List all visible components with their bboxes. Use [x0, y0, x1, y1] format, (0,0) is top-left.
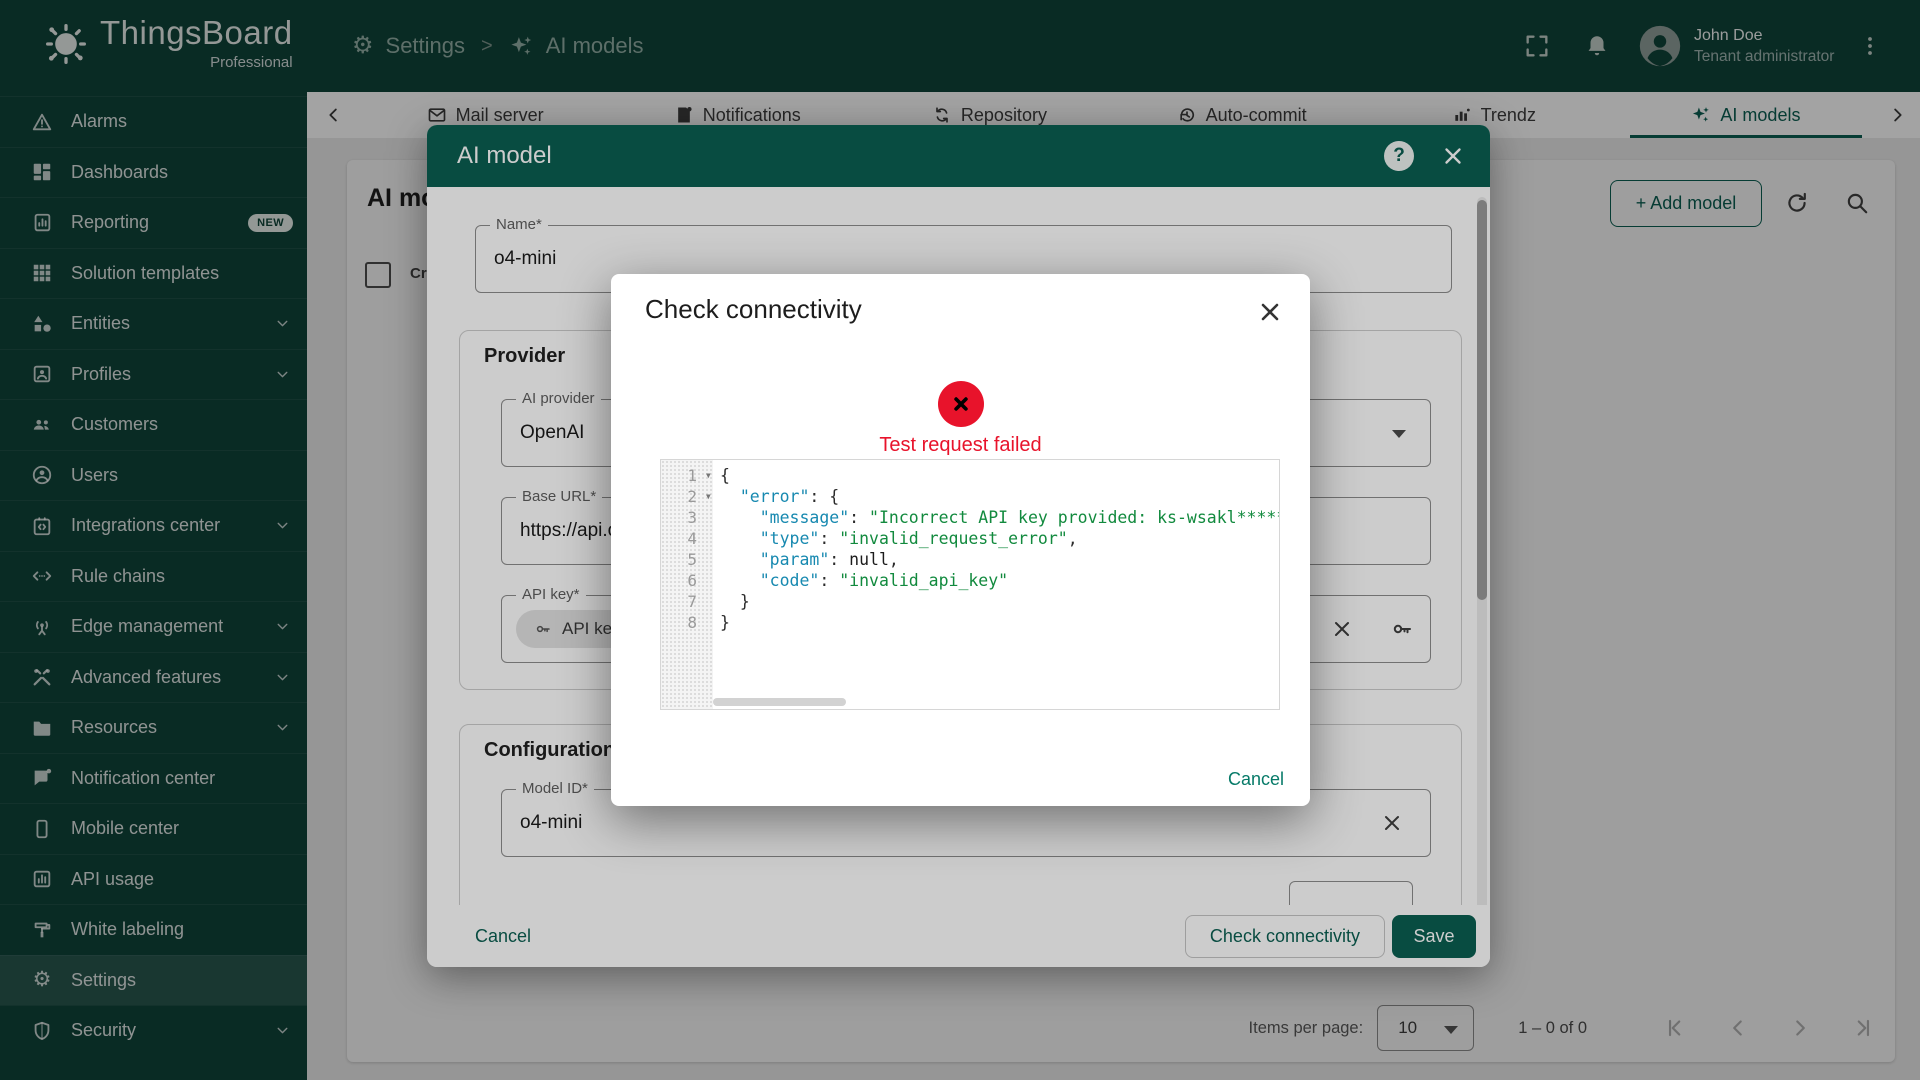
json-code-editor[interactable]: 1▾2▾345678 { "error": { "message": "Inco…: [660, 459, 1280, 710]
code-line-number: 1▾: [661, 465, 713, 486]
code-line: {: [713, 465, 1279, 486]
code-line-number: 6: [661, 570, 713, 591]
code-content: { "error": { "message": "Incorrect API k…: [713, 460, 1279, 709]
code-line: "error": {: [713, 486, 1279, 507]
check-connectivity-modal: Check connectivity Test request failed 1…: [611, 274, 1310, 806]
code-line-number: 4: [661, 528, 713, 549]
code-line: "param": null,: [713, 549, 1279, 570]
code-line-number: 5: [661, 549, 713, 570]
code-line: "message": "Incorrect API key provided: …: [713, 507, 1279, 528]
modal-title: Check connectivity: [645, 294, 862, 325]
fold-caret-icon[interactable]: ▾: [705, 465, 712, 486]
app-root: ⚙ Settings > AI models John Doe Tenant a…: [0, 0, 1920, 1080]
code-line-number: 8: [661, 612, 713, 633]
modal-cancel-button[interactable]: Cancel: [1228, 769, 1284, 790]
code-gutter: 1▾2▾345678: [661, 460, 713, 709]
code-line: }: [713, 591, 1279, 612]
test-request-status: Test request failed: [611, 434, 1310, 457]
code-line: }: [713, 612, 1279, 633]
code-line: "type": "invalid_request_error",: [713, 528, 1279, 549]
code-line-number: 2▾: [661, 486, 713, 507]
close-icon[interactable]: [1256, 298, 1284, 326]
horizontal-scrollbar-thumb[interactable]: [713, 698, 846, 706]
code-line-number: 7: [661, 591, 713, 612]
code-line-number: 3: [661, 507, 713, 528]
error-circle-icon: [938, 381, 984, 427]
code-line: "code": "invalid_api_key": [713, 570, 1279, 591]
fold-caret-icon[interactable]: ▾: [705, 486, 712, 507]
